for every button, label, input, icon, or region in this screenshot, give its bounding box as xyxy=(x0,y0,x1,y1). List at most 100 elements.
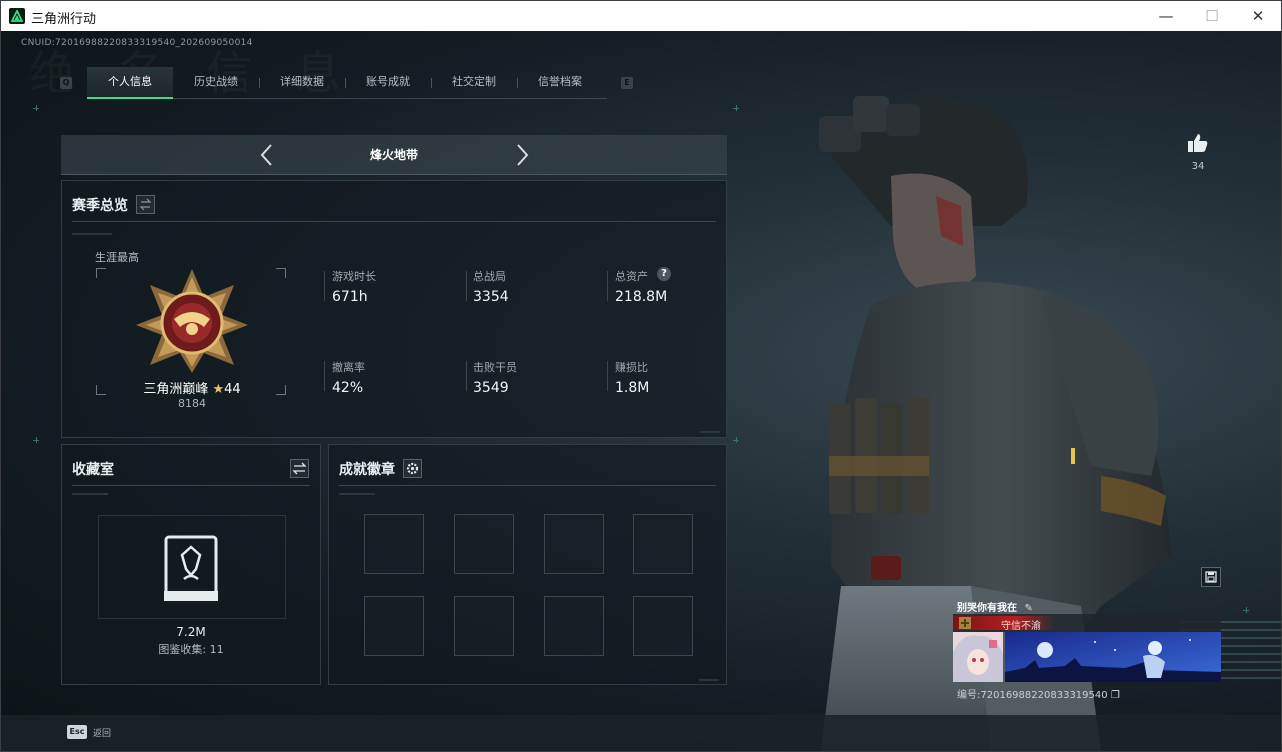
tab-profile[interactable]: 个人信息 xyxy=(87,67,173,99)
window-title: 三角洲行动 xyxy=(31,12,97,27)
tab-social[interactable]: 社交定制 xyxy=(431,67,517,99)
stat-total-assets-label: 总资产 xyxy=(615,270,648,283)
season-overview-panel: 赛季总览 生涯最高 三角洲巅峰 ★44 8184 游戏时长 671h 总战局 3… xyxy=(61,180,727,438)
esc-key-hint[interactable]: Esc xyxy=(67,725,87,739)
profile-banner xyxy=(1005,632,1221,682)
stat-divider xyxy=(324,271,325,301)
grid-marker xyxy=(33,437,39,443)
player-id-text: 编号:72016988220833319540 xyxy=(957,690,1108,701)
stat-divider xyxy=(466,361,467,391)
frame-corner xyxy=(96,268,106,278)
help-icon[interactable]: ? xyxy=(657,267,671,281)
edit-icon[interactable]: ✎ xyxy=(1024,603,1032,614)
season-selector: 烽火地带 xyxy=(61,135,727,175)
star-icon: ★ xyxy=(212,382,225,397)
rank-name: 三角洲巅峰 ★44 xyxy=(122,378,262,397)
stat-divider xyxy=(324,361,325,391)
rank-title: 三角洲巅峰 xyxy=(143,382,209,397)
chevron-right-icon[interactable] xyxy=(512,143,532,167)
achievement-slot[interactable] xyxy=(364,514,424,574)
tab-next-key-hint[interactable]: E xyxy=(621,77,633,89)
achievement-slot[interactable] xyxy=(454,514,514,574)
grid-marker xyxy=(733,105,739,111)
career-best-label: 生涯最高 xyxy=(95,251,139,264)
frame-corner xyxy=(96,385,106,395)
tab-prev-key-hint[interactable]: Q xyxy=(60,77,72,89)
grid-marker xyxy=(33,105,39,111)
collection-count: 图鉴收集: 11 xyxy=(158,643,224,656)
player-id: 编号:72016988220833319540 ❐ xyxy=(957,686,1120,701)
grid-marker xyxy=(733,437,739,443)
swap-icon[interactable] xyxy=(136,195,155,214)
stat-divider xyxy=(466,271,467,301)
grid-marker xyxy=(1243,607,1249,613)
rank-stars: 44 xyxy=(224,382,241,397)
like-count: 34 xyxy=(1191,161,1205,172)
game-viewport: 绝 名 信 息 CNUID:72016988220833319540_20260… xyxy=(1,31,1281,751)
stat-extract-rate-label: 撤离率 xyxy=(332,361,365,374)
thumbs-up-icon[interactable] xyxy=(1187,133,1209,153)
achievement-slot[interactable] xyxy=(633,596,693,656)
stat-total-assets-value: 218.8M xyxy=(615,289,668,305)
stat-playtime-value: 671h xyxy=(332,289,368,305)
gear-icon[interactable] xyxy=(403,459,422,478)
achievement-slot[interactable] xyxy=(364,596,424,656)
stat-profit-ratio-label: 赚损比 xyxy=(615,361,648,374)
stat-divider xyxy=(607,361,608,391)
panel-title: 成就徽章 xyxy=(339,462,395,478)
display-case-icon[interactable] xyxy=(162,533,220,603)
rank-score: 8184 xyxy=(178,397,206,410)
frame-corner xyxy=(276,268,286,278)
mode-title: 烽火地带 xyxy=(369,148,418,162)
swap-icon[interactable] xyxy=(290,459,309,478)
player-name: 别哭你有我在 ✎ xyxy=(957,599,1033,614)
copy-icon[interactable]: ❐ xyxy=(1111,690,1120,701)
back-label[interactable]: 返回 xyxy=(93,726,111,739)
tab-bar: 个人信息 历史战绩 详细数据 账号成就 社交定制 信誉档案 xyxy=(87,67,607,99)
stat-kills-label: 击败干员 xyxy=(473,361,517,374)
stat-divider xyxy=(607,271,608,301)
stat-kills-value: 3549 xyxy=(473,380,509,396)
tab-match-history[interactable]: 历史战绩 xyxy=(173,67,259,99)
collection-value: 7.2M xyxy=(176,625,206,639)
player-uid: CNUID:72016988220833319540_202609050014 xyxy=(21,38,253,48)
stat-profit-ratio-value: 1.8M xyxy=(615,380,650,396)
achievement-slot[interactable] xyxy=(454,596,514,656)
divider xyxy=(339,485,716,486)
stat-total-matches-label: 总战局 xyxy=(473,270,506,283)
stat-total-matches-value: 3354 xyxy=(473,289,509,305)
panel-title: 赛季总览 xyxy=(72,198,128,214)
rank-badge-icon xyxy=(136,269,248,373)
divider xyxy=(699,679,719,681)
frame-corner xyxy=(276,385,286,395)
maximize-button[interactable]: ☐ xyxy=(1189,1,1235,31)
achievement-slot[interactable] xyxy=(544,514,604,574)
divider xyxy=(72,493,108,495)
minimize-button[interactable]: — xyxy=(1143,1,1189,31)
panel-title: 收藏室 xyxy=(72,462,114,478)
stat-playtime-label: 游戏时长 xyxy=(332,270,376,283)
divider xyxy=(72,233,112,235)
avatar[interactable] xyxy=(953,632,1003,682)
app-window: 三角洲行动 — ☐ ✕ CNUID:72016988220833319540_2… xyxy=(0,0,1282,752)
app-logo-icon xyxy=(9,8,25,24)
achievements-panel: 成就徽章 xyxy=(328,444,727,685)
collection-panel: 收藏室 7.2M 图鉴收集: 11 xyxy=(61,444,321,685)
player-name-text: 别哭你有我在 xyxy=(957,603,1017,614)
tab-reputation[interactable]: 信誉档案 xyxy=(517,67,603,99)
tab-detailed-data[interactable]: 详细数据 xyxy=(259,67,345,99)
achievement-slot[interactable] xyxy=(544,596,604,656)
achievement-slot[interactable] xyxy=(633,514,693,574)
divider xyxy=(339,493,375,495)
divider xyxy=(700,431,720,433)
player-card[interactable]: 别哭你有我在 ✎ 守信不渝 编号:72016988220833319540 ❐ xyxy=(953,598,1221,701)
tab-achievements[interactable]: 账号成就 xyxy=(345,67,431,99)
player-motto: 守信不渝 xyxy=(1001,621,1041,632)
divider xyxy=(72,485,310,486)
footer-bar xyxy=(1,715,1281,751)
save-icon[interactable] xyxy=(1201,567,1221,587)
divider xyxy=(72,221,716,222)
stat-extract-rate-value: 42% xyxy=(332,380,364,396)
close-button[interactable]: ✕ xyxy=(1235,1,1281,31)
motto-emblem-icon xyxy=(959,617,971,629)
